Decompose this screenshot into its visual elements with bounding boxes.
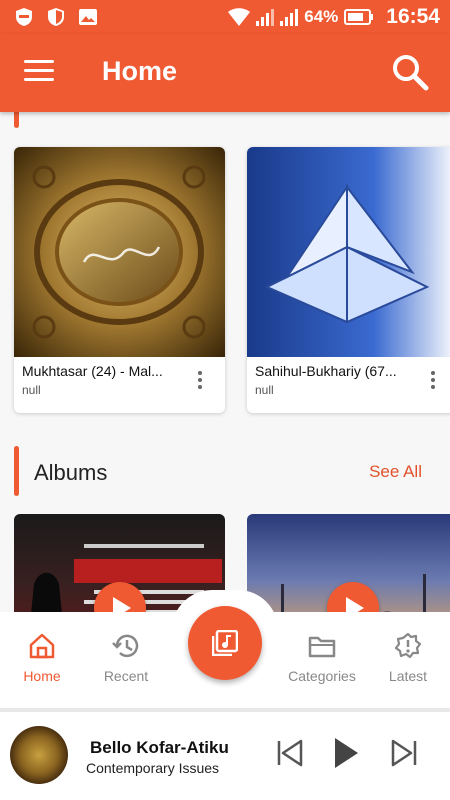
album-card[interactable]: [247, 514, 450, 612]
more-vert-icon[interactable]: [430, 371, 436, 393]
play-icon[interactable]: [332, 736, 360, 770]
app-bar: Home: [0, 34, 450, 112]
track-title: Sahihul-Bukhariy (67...: [255, 363, 397, 379]
home-icon: [29, 633, 55, 659]
section-accent-bar: [14, 446, 19, 496]
shield-icon: [16, 8, 32, 26]
search-icon[interactable]: [390, 52, 430, 92]
bottom-navigation: Home Recent Categories Latest: [0, 590, 450, 708]
track-subtitle: null: [255, 383, 274, 397]
skip-previous-icon[interactable]: [276, 738, 304, 768]
nav-home[interactable]: Home: [2, 632, 82, 684]
image-icon: [79, 9, 97, 25]
menu-icon[interactable]: [24, 60, 54, 84]
signal-icon: [280, 9, 299, 26]
page-title: Home: [102, 56, 178, 86]
nav-latest[interactable]: Latest: [368, 632, 448, 684]
shield-half-icon: [48, 8, 64, 26]
battery-percent: 64%: [304, 7, 339, 26]
music-library-button[interactable]: [188, 606, 262, 680]
player-track-title: Bello Kofar-Atiku: [90, 738, 229, 757]
section-accent-bar: [14, 112, 19, 128]
album-art: [10, 726, 68, 784]
track-thumbnail: [247, 147, 450, 357]
nav-recent[interactable]: Recent: [86, 632, 166, 684]
clock: 16:54: [386, 5, 440, 28]
track-thumbnail: [14, 147, 225, 357]
nav-recent-label: Recent: [103, 668, 149, 684]
track-card[interactable]: Mukhtasar (24) - Mal... null: [14, 147, 225, 413]
nav-latest-label: Latest: [388, 668, 428, 684]
skip-next-icon[interactable]: [390, 738, 418, 768]
music-library-icon: [212, 630, 238, 656]
more-vert-icon[interactable]: [197, 371, 203, 393]
track-card[interactable]: Sahihul-Bukhariy (67... null: [247, 147, 450, 413]
mini-player[interactable]: Bello Kofar-Atiku Contemporary Issues: [0, 712, 450, 800]
battery-icon: [344, 9, 374, 25]
signal-icon: [256, 9, 275, 26]
home-content[interactable]: Mukhtasar (24) - Mal... null Sahihul-Buk…: [0, 112, 450, 612]
nav-home-label: Home: [23, 668, 61, 684]
track-title: Mukhtasar (24) - Mal...: [22, 363, 163, 379]
albums-section-title: Albums: [34, 460, 108, 485]
status-bar: 64% 16:54: [0, 0, 450, 34]
folder-icon: [308, 636, 336, 658]
track-subtitle: null: [22, 383, 41, 397]
history-icon: [112, 634, 139, 658]
nav-categories[interactable]: Categories: [282, 632, 362, 684]
nav-categories-label: Categories: [288, 668, 356, 684]
alert-badge-icon: [394, 632, 422, 659]
player-track-subtitle: Contemporary Issues: [86, 760, 220, 776]
see-all-link[interactable]: See All: [369, 462, 422, 482]
wifi-icon: [228, 8, 251, 26]
